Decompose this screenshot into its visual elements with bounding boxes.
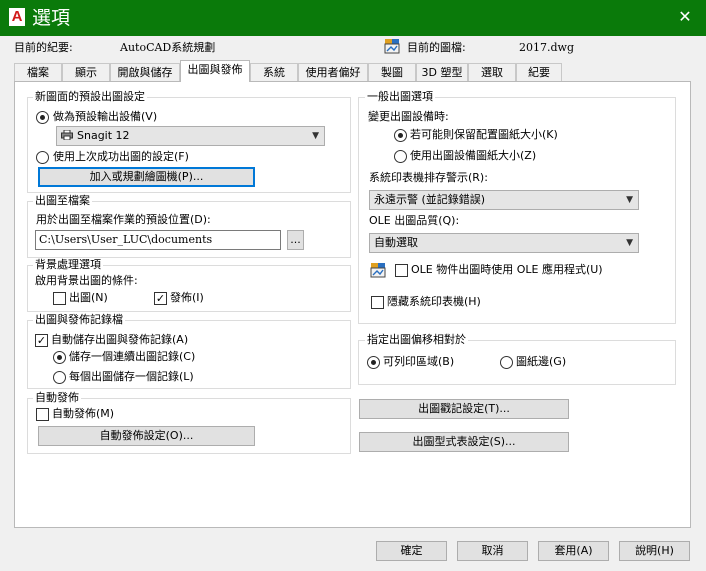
plot-offset-legend: 指定出圖偏移相對於	[365, 333, 468, 347]
current-profile-value: AutoCAD系統規劃	[120, 41, 216, 54]
use-as-default-radio[interactable]	[36, 111, 49, 124]
auto-publish-settings-button[interactable]: 自動發佈設定(O)...	[38, 426, 255, 446]
general-plot-options-legend: 一般出圖選項	[365, 90, 435, 104]
use-last-successful-radio[interactable]	[36, 151, 49, 164]
chevron-down-icon: ▼	[312, 131, 319, 141]
plot-log-legend: 出圖與發佈記錄檔	[33, 313, 125, 327]
autocad-logo-icon: A	[9, 8, 25, 26]
per-plot-log-label: 每個出圖儲存一個記錄(L)	[69, 370, 194, 383]
printable-area-label: 可列印區域(B)	[383, 355, 455, 368]
spool-alert-select[interactable]: 永遠示警 (並記錄錯誤) ▼	[369, 190, 639, 210]
tab-open-save[interactable]: 開啟與儲存	[110, 63, 180, 81]
window-title: 選項	[32, 7, 71, 29]
help-button[interactable]: 說明(H)	[619, 541, 690, 561]
auto-publish-legend: 自動發佈	[33, 391, 81, 405]
background-publishing-checkbox[interactable]: ✓	[154, 292, 167, 305]
tab-3d-modeling[interactable]: 3D 塑型	[416, 63, 468, 81]
current-drawing-label: 目前的圖檔:	[407, 41, 466, 54]
continuous-log-radio[interactable]	[53, 351, 66, 364]
background-processing-legend: 背景處理選項	[33, 258, 103, 272]
tab-selection[interactable]: 選取	[468, 63, 516, 81]
spool-alert-value: 永遠示警 (並記錄錯誤)	[374, 193, 486, 206]
output-device-select[interactable]: Snagit 12 ▼	[56, 126, 325, 146]
enable-background-label: 啟用背景出圖的條件:	[35, 274, 138, 287]
keep-layout-paper-size-label: 若可能則保留配置圖紙大小(K)	[410, 128, 558, 141]
plot-stamp-settings-button[interactable]: 出圖戳記設定(T)...	[359, 399, 569, 419]
hide-system-printers-label: 隱藏系統印表機(H)	[387, 295, 481, 308]
auto-publish-label: 自動發佈(M)	[52, 407, 115, 420]
tab-profiles[interactable]: 紀要	[516, 63, 562, 81]
ole-quality-label: OLE 出圖品質(Q):	[369, 214, 460, 227]
use-device-paper-size-label: 使用出圖設備圖紙大小(Z)	[410, 149, 537, 162]
current-drawing-value: 2017.dwg	[519, 41, 574, 54]
tab-system[interactable]: 系統	[250, 63, 298, 81]
use-device-paper-size-radio[interactable]	[394, 150, 407, 163]
plot-file-location-input[interactable]: C:\Users\User_LUC\documents	[35, 230, 281, 250]
ole-app-checkbox[interactable]	[395, 264, 408, 277]
ole-quality-value: 自動選取	[374, 236, 418, 249]
ole-object-icon	[370, 263, 386, 278]
edge-of-paper-radio[interactable]	[500, 356, 513, 369]
add-configure-plotters-button[interactable]: 加入或規劃繪圖機(P)...	[38, 167, 255, 187]
ok-button[interactable]: 確定	[376, 541, 447, 561]
current-profile-label: 目前的紀要:	[14, 41, 73, 54]
browse-button[interactable]: ...	[287, 230, 304, 250]
printer-icon	[61, 130, 73, 140]
auto-save-log-label: 自動儲存出圖與發佈記錄(A)	[51, 333, 189, 346]
background-publishing-label: 發佈(I)	[170, 291, 204, 304]
drawing-file-icon	[384, 39, 400, 54]
continuous-log-label: 儲存一個連續出圖記錄(C)	[69, 350, 196, 363]
printable-area-radio[interactable]	[367, 356, 380, 369]
chevron-down-icon: ▼	[626, 238, 633, 248]
auto-publish-checkbox[interactable]	[36, 408, 49, 421]
output-device-value: Snagit 12	[77, 129, 130, 142]
ole-quality-select[interactable]: 自動選取 ▼	[369, 233, 639, 253]
background-plotting-label: 出圖(N)	[69, 291, 108, 304]
use-as-default-label: 做為預設輸出設備(V)	[53, 110, 158, 123]
per-plot-log-radio[interactable]	[53, 371, 66, 384]
when-changing-device-label: 變更出圖設備時:	[368, 110, 449, 123]
default-output-legend: 新圖面的預設出圖設定	[33, 90, 147, 104]
spool-alert-label: 系統印表機排存警示(R):	[369, 171, 488, 184]
hide-system-printers-checkbox[interactable]	[371, 296, 384, 309]
plot-style-table-settings-button[interactable]: 出圖型式表設定(S)...	[359, 432, 569, 452]
use-last-successful-label: 使用上次成功出圖的設定(F)	[53, 150, 189, 163]
keep-layout-paper-size-radio[interactable]	[394, 129, 407, 142]
tab-drafting[interactable]: 製圖	[368, 63, 416, 81]
tab-plot-publish[interactable]: 出圖與發佈	[180, 60, 250, 82]
chevron-down-icon: ▼	[626, 195, 633, 205]
apply-button[interactable]: 套用(A)	[538, 541, 609, 561]
cancel-button[interactable]: 取消	[457, 541, 528, 561]
tab-files[interactable]: 檔案	[14, 63, 62, 81]
edge-of-paper-label: 圖紙邊(G)	[516, 355, 567, 368]
tab-user-preferences[interactable]: 使用者偏好	[298, 63, 368, 81]
background-plotting-checkbox[interactable]	[53, 292, 66, 305]
plot-file-location-label: 用於出圖至檔案作業的預設位置(D):	[36, 213, 211, 226]
ole-app-label: OLE 物件出圖時使用 OLE 應用程式(U)	[411, 263, 603, 276]
tab-display[interactable]: 顯示	[62, 63, 110, 81]
title-bar	[0, 0, 706, 36]
close-icon[interactable]: ✕	[674, 6, 696, 28]
auto-save-log-checkbox[interactable]: ✓	[35, 334, 48, 347]
plot-to-file-legend: 出圖至檔案	[33, 194, 92, 208]
